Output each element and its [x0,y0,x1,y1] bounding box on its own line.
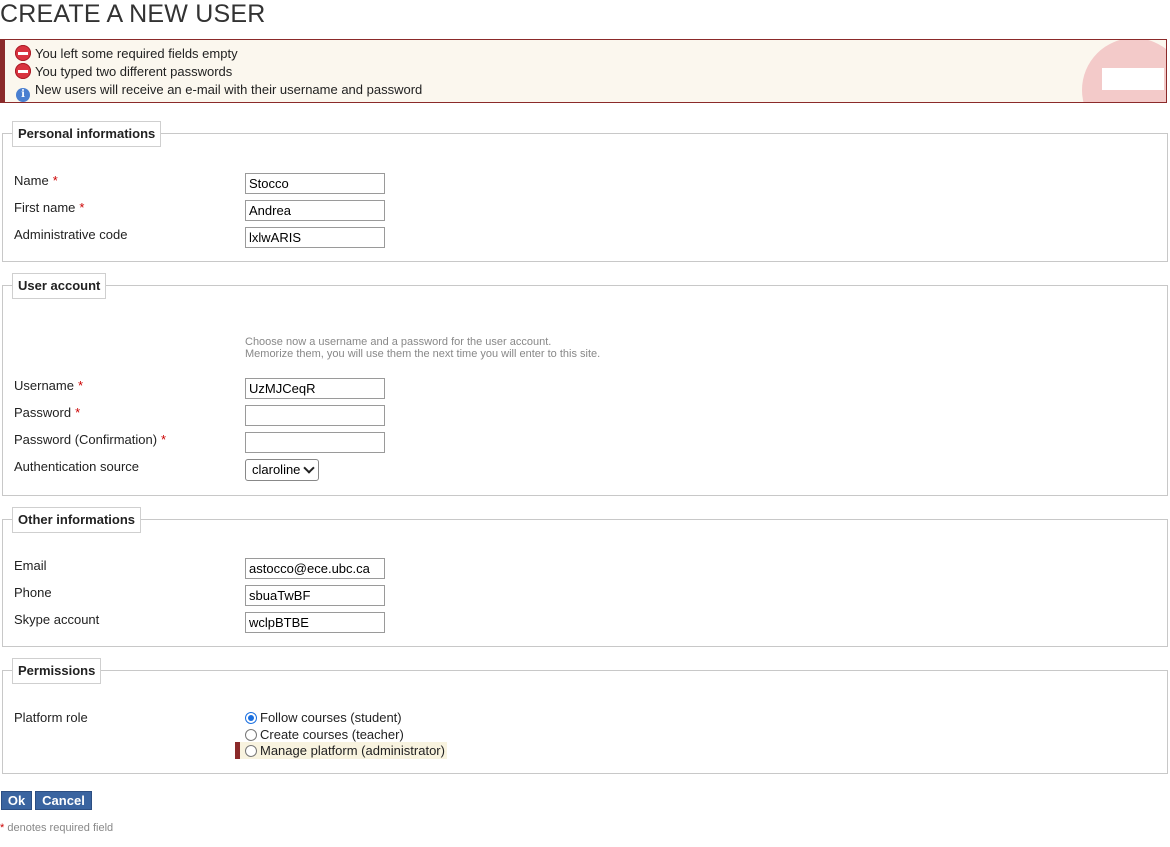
user-account-fieldset [2,285,1168,496]
password-field[interactable] [245,405,385,426]
info-message: i New users will receive an e-mail with t… [15,81,423,102]
required-marker: * [77,378,84,393]
role-option-teacher[interactable]: Create courses (teacher) [245,727,404,743]
skype-label: Skype account [14,612,100,627]
admin-code-field[interactable] [245,227,385,248]
password-confirm-label: Password (Confirmation) * [14,432,167,447]
error-message-text: You typed two different passwords [35,64,233,79]
personal-info-legend: Personal informations [12,121,162,147]
other-info-legend: Other informations [12,507,142,533]
cancel-button[interactable]: Cancel [35,791,92,810]
account-hint-line-2: Memorize them, you will use them the nex… [245,348,601,360]
permissions-fieldset [2,670,1168,774]
auth-source-label: Authentication source [14,459,140,474]
firstname-field[interactable] [245,200,385,221]
skype-field[interactable] [245,612,385,633]
required-marker: * [75,405,81,420]
name-label: Name * [14,173,58,188]
message-box: You left some required fields empty You … [0,39,1167,103]
phone-field[interactable] [245,585,385,606]
permissions-legend: Permissions [12,658,102,684]
required-marker: * [52,173,58,188]
password-confirm-field[interactable] [245,432,385,453]
platform-role-label: Platform role [14,710,88,725]
username-field[interactable] [245,378,385,399]
radio-button-selected[interactable] [245,712,257,724]
other-info-fieldset [2,519,1168,647]
radio-button[interactable] [245,745,257,757]
page-title: CREATE A NEW USER [0,0,266,28]
role-option-label: Manage platform (administrator) [260,743,445,758]
decorative-bar [1102,68,1164,90]
auth-source-select[interactable]: claroline [245,459,319,481]
password-label: Password * [14,405,81,420]
radio-focus-marker [235,742,240,759]
error-message-text: You left some required fields empty [35,46,238,61]
role-option-administrator[interactable]: Manage platform (administrator) [245,743,445,759]
phone-label: Phone [14,585,52,600]
role-option-student[interactable]: Follow courses (student) [245,710,402,726]
ok-button[interactable]: Ok [1,791,32,810]
account-hint-line-1: Choose now a username and a password for… [245,336,552,348]
user-account-legend: User account [12,273,107,299]
required-marker: * [161,432,167,447]
required-footnote: * denotes required field [0,822,114,834]
firstname-label: First name * [14,200,85,215]
admin-code-label: Administrative code [14,227,128,242]
required-marker: * [79,200,85,215]
username-label: Username * [14,378,84,393]
required-marker: * [0,822,5,834]
role-option-label: Create courses (teacher) [260,727,404,742]
chevron-down-icon [303,462,315,474]
auth-source-value: claroline [252,462,301,477]
email-label: Email [14,558,47,573]
error-message: You typed two different passwords [15,63,232,81]
info-icon: i [16,88,30,102]
personal-info-fieldset [2,133,1168,262]
error-icon [15,63,31,79]
error-icon [15,45,31,61]
email-field[interactable] [245,558,385,579]
role-option-label: Follow courses (student) [260,710,402,725]
radio-button[interactable] [245,729,257,741]
error-message: You left some required fields empty [15,45,238,63]
name-field[interactable] [245,173,385,194]
info-message-text: New users will receive an e-mail with th… [35,82,423,97]
